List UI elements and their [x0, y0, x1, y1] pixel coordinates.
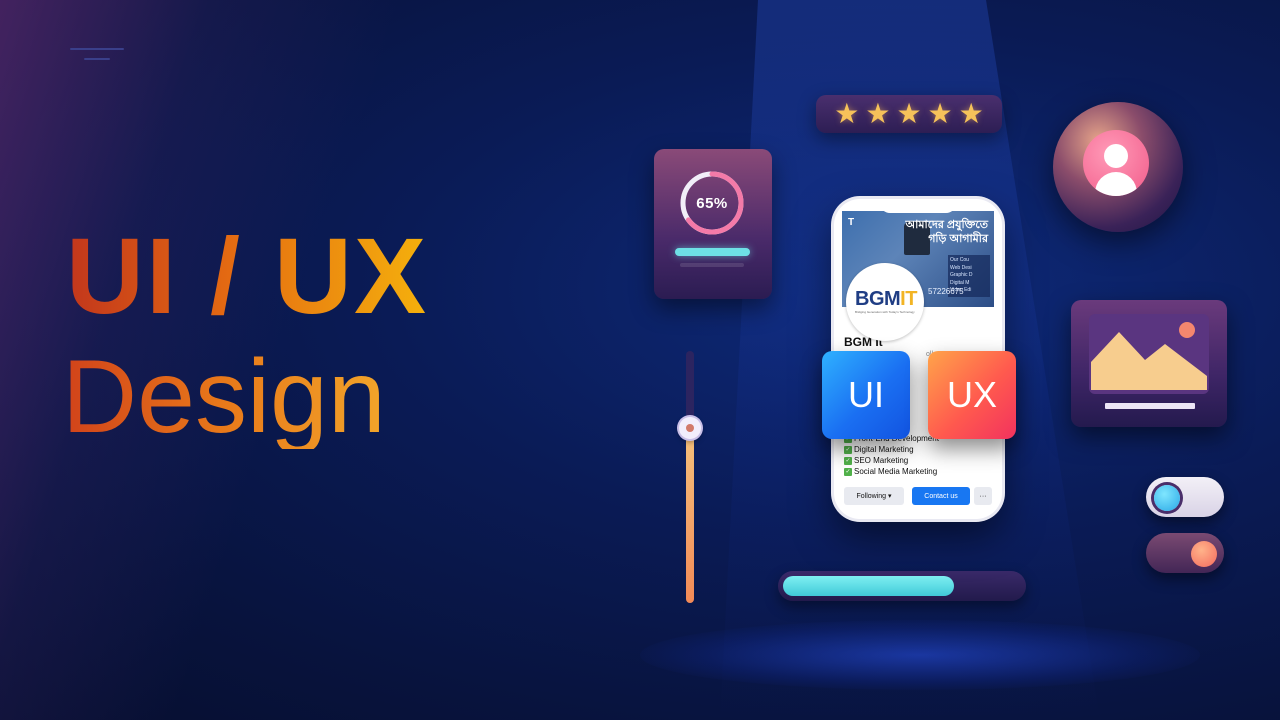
following-button[interactable]: Following ▾ — [844, 487, 904, 505]
ux-tile[interactable]: UX — [928, 351, 1016, 439]
more-button[interactable]: ··· — [974, 487, 992, 505]
logo-tagline: Bridging Generation with Today's Technol… — [855, 310, 915, 314]
page-actions: Following ▾ Contact us ··· — [844, 487, 994, 505]
services-list: ✓Front-End Development ✓Digital Marketin… — [844, 433, 939, 477]
image-card[interactable] — [1071, 300, 1227, 427]
toggle-switch-off[interactable] — [1146, 533, 1224, 573]
user-icon — [1083, 130, 1149, 196]
floor-glow — [640, 620, 1200, 690]
progress-card-subbar — [680, 263, 744, 267]
progress-card: 65% — [654, 149, 772, 299]
phone-notch — [880, 199, 956, 213]
list-item: ✓ Digital Marketing — [844, 445, 914, 454]
list-item: ✓ Social Media Marketing — [844, 467, 938, 476]
vertical-slider-handle[interactable] — [679, 417, 701, 439]
contact-us-button[interactable]: Contact us — [912, 487, 970, 505]
horizontal-progress-fill — [783, 576, 954, 596]
image-caption-line — [1105, 403, 1195, 409]
avatar-button[interactable] — [1053, 102, 1183, 232]
toggle-switch-on[interactable] — [1146, 477, 1224, 517]
rating-card: ★ ★ ★ ★ ★ — [816, 95, 1002, 133]
headline-design: Design — [62, 339, 386, 455]
vertical-slider-fill — [686, 428, 694, 603]
progress-percent: 65% — [696, 194, 728, 212]
ui-tile[interactable]: UI — [822, 351, 910, 439]
star-icon[interactable]: ★ — [896, 100, 921, 128]
toggle-knob — [1191, 541, 1217, 567]
horizontal-progress-bar — [778, 571, 1026, 601]
star-icon[interactable]: ★ — [928, 100, 953, 128]
bgm-it-logo: BGMIT — [855, 288, 917, 310]
cover-logo-fragment: T — [848, 217, 855, 228]
image-icon — [1089, 314, 1209, 394]
star-icon[interactable]: ★ — [834, 100, 859, 128]
toggle-knob — [1154, 485, 1180, 511]
menu-lines-decoration — [70, 48, 124, 68]
profile-picture[interactable]: BGMIT Bridging Generation with Today's T… — [846, 263, 924, 341]
star-icon[interactable]: ★ — [865, 100, 890, 128]
star-icon[interactable]: ★ — [959, 100, 984, 128]
cover-heading: আমাদের প্রযুক্তিতে গড়ি আগামীর — [905, 219, 989, 245]
progress-card-bar — [675, 248, 750, 256]
list-item: ✓ SEO Marketing — [844, 456, 909, 465]
headline-ui-ux: UI / UX — [66, 215, 429, 336]
cover-phone-number: 57226675 — [928, 287, 964, 296]
